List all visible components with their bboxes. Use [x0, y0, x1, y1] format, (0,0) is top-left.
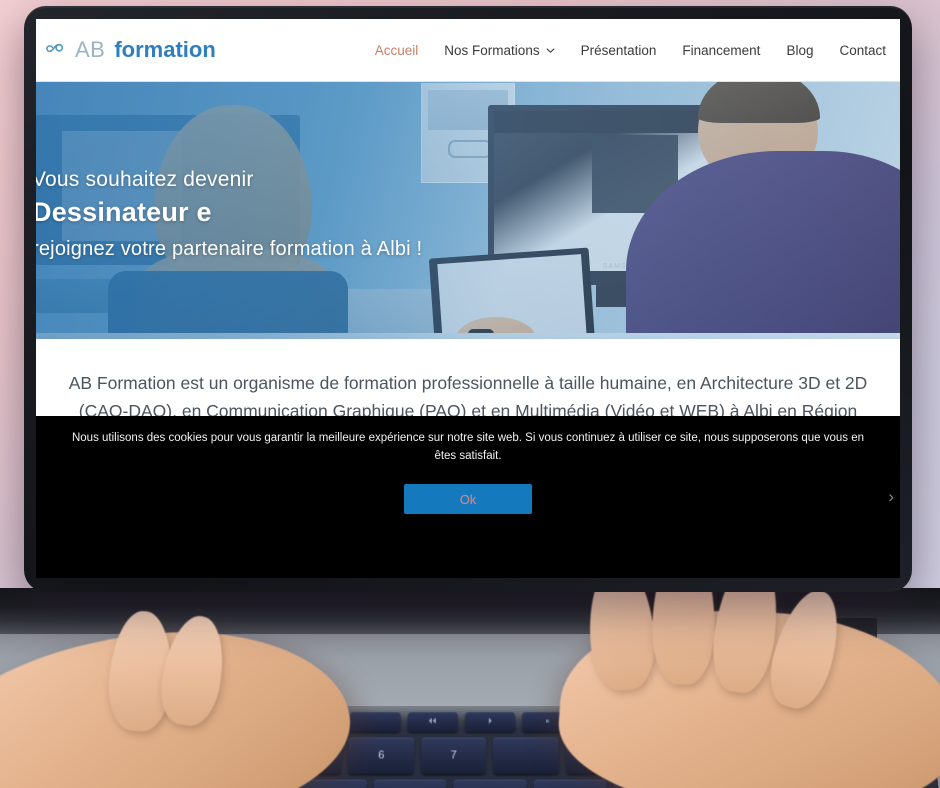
nav-label: Accueil	[374, 42, 419, 58]
logo-text-formation: formation	[114, 37, 216, 62]
key: ⏴⏴	[407, 711, 458, 732]
site-header: AB formation Accueil Nos Formations Prés…	[36, 19, 900, 82]
cookie-message: Nous utilisons des cookies pour vous gar…	[71, 432, 864, 462]
key	[349, 711, 401, 732]
hero-line-3: rejoignez votre partenaire formation à A…	[36, 238, 423, 261]
scene: esc ⏴⏴ ⏵ ⏸ ⏭ ◀ 🔅 3 4 5 6	[0, 0, 940, 788]
chevron-right-icon[interactable]: ›	[888, 487, 894, 507]
key: 7	[420, 737, 487, 774]
nav-label: Blog	[786, 42, 814, 58]
chevron-down-icon	[546, 48, 554, 53]
nav-item-contact[interactable]: Contact	[839, 43, 886, 58]
browser-viewport: AB formation Accueil Nos Formations Prés…	[36, 19, 900, 578]
key: I	[453, 779, 527, 788]
infinity-loop-icon	[46, 43, 64, 53]
nav-item-nos-formations[interactable]: Nos Formations	[444, 43, 554, 58]
hero-line-1: Vous souhaitez devenir	[36, 168, 254, 191]
cookie-accept-button[interactable]: Ok	[404, 483, 532, 514]
hero-line-2: Dessinateur e	[36, 197, 212, 228]
key	[533, 779, 607, 788]
hero-copy: Vous souhaitez devenir Dessinateur e rej…	[36, 167, 672, 262]
nav-item-blog[interactable]: Blog	[786, 43, 813, 58]
main-navigation: Accueil Nos Formations Présentation Fina…	[375, 43, 900, 58]
key: 6	[348, 737, 415, 774]
nav-label: Financement	[682, 42, 761, 58]
nav-label: Contact	[839, 42, 886, 58]
nav-item-accueil[interactable]: Accueil	[375, 43, 419, 58]
nav-label: Présentation	[580, 42, 657, 58]
hero-banner: SAMSUNG	[36, 81, 900, 339]
key: ⏵	[464, 711, 516, 732]
cookie-consent-banner: Nous utilisons des cookies pour vous gar…	[36, 416, 900, 578]
key	[493, 737, 560, 774]
nav-label: Nos Formations	[444, 42, 540, 58]
site-logo[interactable]: AB formation	[36, 37, 216, 63]
nav-item-presentation[interactable]: Présentation	[581, 43, 657, 58]
laptop-screen-bezel: AB formation Accueil Nos Formations Prés…	[24, 6, 912, 592]
key: U	[373, 779, 447, 788]
nav-item-financement[interactable]: Financement	[682, 43, 760, 58]
logo-text-ab: AB	[75, 37, 106, 62]
